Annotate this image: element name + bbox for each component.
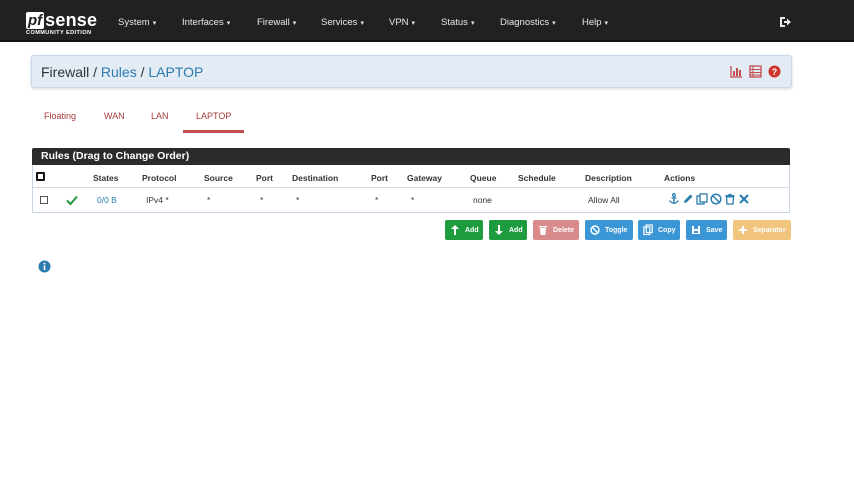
rule-select-checkbox[interactable] — [40, 196, 48, 204]
add-bottom-label: Add — [509, 226, 523, 234]
check-pass-icon[interactable] — [66, 193, 78, 206]
logo-sense-text: sense — [45, 10, 98, 30]
header-divider — [33, 187, 789, 188]
info-icon[interactable] — [38, 260, 51, 273]
trash-icon[interactable] — [724, 192, 736, 205]
col-protocol[interactable]: Protocol — [142, 173, 176, 183]
col-actions: Actions — [664, 173, 696, 183]
close-icon[interactable] — [738, 192, 750, 204]
breadcrumb-separator: / — [140, 64, 145, 80]
col-queue[interactable]: Queue — [470, 173, 496, 183]
logo-pf-mark: pf — [26, 12, 45, 29]
nav-system[interactable]: System ▾ — [118, 17, 156, 28]
delete-label: Delete — [553, 226, 575, 234]
col-port[interactable]: Port — [256, 173, 273, 183]
nav-diagnostics[interactable]: Diagnostics ▾ — [500, 17, 556, 28]
logo-edition: COMMUNITY EDITION — [26, 30, 92, 36]
breadcrumb-separator: / — [93, 64, 98, 80]
add-top-label: Add — [465, 226, 479, 234]
breadcrumb-firewall: Firewall — [41, 64, 90, 80]
tab-lan[interactable]: LAN — [151, 111, 169, 121]
add-separator-button[interactable]: Separator — [733, 220, 791, 240]
list-table-icon[interactable] — [749, 65, 762, 78]
rules-panel-title: Rules (Drag to Change Order) — [32, 148, 790, 165]
separator-label: Separator — [753, 226, 786, 234]
col-destination[interactable]: Destination — [292, 173, 338, 183]
active-tab-indicator — [183, 130, 244, 133]
rule-source: * — [207, 195, 211, 205]
trash-icon — [538, 224, 548, 236]
arrow-up-icon — [450, 224, 460, 236]
chevron-down-icon: ▾ — [552, 20, 556, 27]
nav-vpn[interactable]: VPN ▾ — [389, 17, 415, 28]
tab-floating[interactable]: Floating — [44, 111, 76, 121]
nav-firewall[interactable]: Firewall ▾ — [257, 17, 296, 28]
page-header-icons: ? — [730, 65, 781, 78]
nav-interfaces[interactable]: Interfaces ▾ — [182, 17, 230, 28]
add-rule-bottom-button[interactable]: Add — [489, 220, 527, 240]
col-states[interactable]: States — [93, 173, 119, 183]
copy-button[interactable]: Copy — [638, 220, 680, 240]
rule-protocol: IPv4 * — [146, 195, 169, 205]
save-button[interactable]: Save — [686, 220, 727, 240]
breadcrumb-laptop[interactable]: LAPTOP — [148, 64, 203, 80]
rule-queue: none — [473, 195, 492, 205]
tab-laptop[interactable]: LAPTOP — [196, 111, 231, 121]
top-navbar: pf sense COMMUNITY EDITION System ▾ Interf… — [0, 0, 854, 42]
rule-port2: * — [375, 195, 379, 205]
copy-icon — [643, 224, 653, 236]
floppy-save-icon — [691, 224, 701, 236]
chevron-down-icon: ▾ — [360, 20, 364, 27]
chevron-down-icon: ▾ — [152, 20, 157, 27]
disable-ban-icon[interactable] — [710, 192, 722, 205]
chevron-down-icon: ▾ — [411, 20, 416, 27]
bar-chart-icon[interactable] — [730, 65, 743, 78]
chevron-down-icon: ▾ — [226, 20, 231, 27]
nav-status[interactable]: Status ▾ — [441, 17, 474, 28]
col-gateway[interactable]: Gateway — [407, 173, 442, 183]
save-label: Save — [706, 226, 723, 234]
anchor-icon[interactable] — [668, 192, 680, 204]
col-port2[interactable]: Port — [371, 173, 388, 183]
col-schedule[interactable]: Schedule — [518, 173, 556, 183]
nav-services[interactable]: Services ▾ — [321, 17, 364, 28]
logout-icon[interactable] — [778, 15, 792, 29]
toggle-button[interactable]: Toggle — [585, 220, 633, 240]
help-icon[interactable]: ? — [768, 65, 781, 78]
rule-description: Allow All — [588, 195, 620, 205]
copy-label: Copy — [658, 226, 676, 234]
pfsense-logo[interactable]: pf sense COMMUNITY EDITION — [26, 9, 100, 39]
rule-port: * — [260, 195, 264, 205]
chevron-down-icon: ▾ — [604, 20, 609, 27]
copy-icon[interactable] — [696, 192, 708, 205]
select-all-checkbox[interactable] — [36, 172, 45, 181]
rule-states[interactable]: 0/0 B — [97, 195, 117, 205]
arrow-down-icon — [494, 224, 504, 236]
rule-destination: * — [296, 195, 300, 205]
chevron-down-icon: ▾ — [470, 20, 475, 27]
col-source[interactable]: Source — [204, 173, 233, 183]
breadcrumb: Firewall / Rules / LAPTOP — [41, 64, 203, 80]
plus-icon — [738, 224, 748, 236]
delete-button[interactable]: Delete — [533, 220, 579, 240]
tab-wan[interactable]: WAN — [104, 111, 125, 121]
breadcrumb-rules[interactable]: Rules — [101, 64, 137, 80]
chevron-down-icon: ▾ — [292, 20, 297, 27]
rule-gateway: * — [411, 195, 415, 205]
nav-help[interactable]: Help ▾ — [582, 17, 608, 28]
svg-text:?: ? — [772, 67, 778, 77]
toggle-label: Toggle — [605, 226, 628, 234]
rule-actions — [668, 192, 750, 205]
ban-icon — [590, 224, 600, 236]
add-rule-top-button[interactable]: Add — [445, 220, 483, 240]
col-description[interactable]: Description — [585, 173, 632, 183]
breadcrumb-panel: Firewall / Rules / LAPTOP ? — [31, 55, 792, 88]
edit-pencil-icon[interactable] — [682, 192, 694, 204]
rules-table: States Protocol Source Port Destination … — [32, 165, 790, 213]
